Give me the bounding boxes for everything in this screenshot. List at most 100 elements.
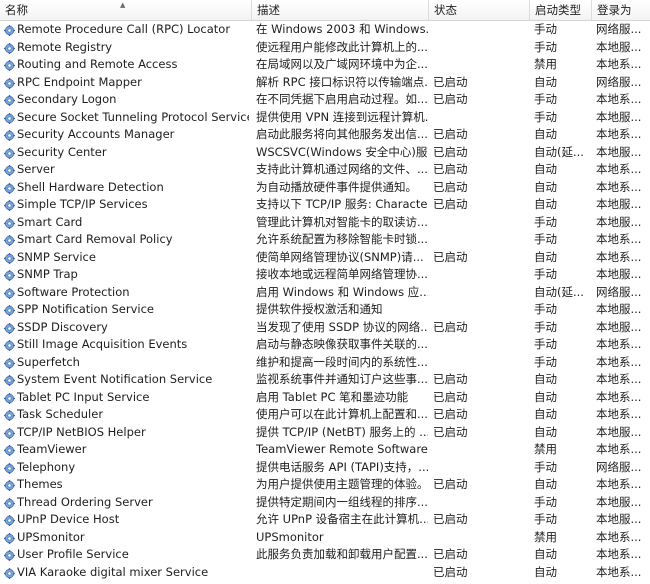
service-description: 提供使用 VPN 连接到远程计算机... bbox=[256, 109, 428, 124]
table-row[interactable]: User Profile Service 此服务负责加载和卸载用户配置... 已启动… bbox=[0, 546, 650, 564]
service-status bbox=[433, 529, 529, 547]
table-row[interactable]: UPnP Device Host 允许 UPnP 设备宿主在此计算机... 已启动 手… bbox=[0, 511, 650, 529]
service-startup-type: 自动(延... bbox=[534, 144, 584, 159]
service-status bbox=[433, 39, 529, 57]
table-row[interactable]: Task Scheduler 使用户可以在此计算机上配置和... 已启动 自动 本地系.… bbox=[0, 406, 650, 424]
table-row[interactable]: System Event Notification Service 监视系统事件并… bbox=[0, 371, 650, 389]
table-row[interactable]: SPP Notification Service 提供软件授权激活和通知 手动 本地服… bbox=[0, 301, 650, 319]
service-startup-type: 自动 bbox=[534, 372, 557, 386]
service-status bbox=[433, 354, 529, 372]
gear-icon bbox=[4, 129, 15, 141]
service-name: Themes bbox=[17, 477, 63, 491]
gear-icon bbox=[4, 374, 15, 386]
service-logon-as: 本地系... bbox=[596, 547, 642, 561]
service-logon-as: 本地系... bbox=[596, 354, 642, 369]
service-startup-type: 禁用 bbox=[534, 529, 557, 544]
gear-icon bbox=[4, 409, 15, 421]
service-name: Routing and Remote Access bbox=[17, 57, 178, 71]
service-logon-as: 本地系... bbox=[596, 249, 642, 264]
service-logon-as: 本地服... bbox=[596, 214, 642, 229]
table-row[interactable]: Still Image Acquisition Events 启动与静态映像获取事… bbox=[0, 336, 650, 354]
service-logon-as: 网络服... bbox=[596, 74, 642, 89]
table-row[interactable]: Routing and Remote Access 在局域网以及广域网环境中为企.… bbox=[0, 56, 650, 74]
service-status: 已启动 bbox=[433, 564, 468, 579]
table-row[interactable]: TCP/IP NetBIOS Helper 提供 TCP/IP (NetBT) 服… bbox=[0, 424, 650, 442]
column-header-status[interactable]: 状态 bbox=[429, 0, 530, 20]
service-name: Remote Registry bbox=[17, 39, 113, 54]
service-startup-type: 自动 bbox=[534, 179, 557, 194]
service-startup-type: 自动 bbox=[534, 162, 557, 176]
gear-icon bbox=[4, 304, 15, 316]
service-description: 在局域网以及广域网环境中为企... bbox=[256, 57, 428, 71]
service-logon-as: 本地系... bbox=[596, 127, 642, 141]
table-row[interactable]: Security Accounts Manager 启动此服务将向其他服务发出信.… bbox=[0, 126, 650, 144]
service-name: Security Center bbox=[17, 144, 107, 159]
service-startup-type: 自动 bbox=[534, 74, 557, 89]
service-status bbox=[433, 494, 529, 512]
table-row[interactable]: UPSmonitor UPSmonitor 禁用 本地系... bbox=[0, 529, 650, 547]
table-row[interactable]: Themes 为用户提供使用主题管理的体验。 已启动 自动 本地系... bbox=[0, 476, 650, 494]
gear-icon bbox=[4, 164, 15, 176]
service-startup-type: 自动 bbox=[534, 477, 557, 491]
service-status: 已启动 bbox=[433, 389, 468, 404]
service-description: 启用 Windows 和 Windows 应... bbox=[256, 284, 428, 299]
service-logon-as: 本地服... bbox=[596, 512, 642, 526]
table-row[interactable]: VIA Karaoke digital mixer Service 已启动 自动 本地… bbox=[0, 564, 650, 582]
table-row[interactable]: Shell Hardware Detection 为自动播放硬件事件提供通知。 已启… bbox=[0, 179, 650, 197]
service-startup-type: 自动 bbox=[534, 249, 557, 264]
table-row[interactable]: Smart Card Removal Policy 允许系统配置为移除智能卡时锁.… bbox=[0, 231, 650, 249]
service-description: 在不同凭据下启用启动过程。如... bbox=[256, 92, 428, 106]
table-row[interactable]: Thread Ordering Server 提供特定期间内一组线程的排序... 手… bbox=[0, 494, 650, 512]
service-logon-as: 本地系... bbox=[596, 372, 642, 386]
column-header-description[interactable]: 描述 bbox=[252, 0, 429, 20]
gear-icon bbox=[4, 217, 15, 229]
table-row[interactable]: SSDP Discovery 当发现了使用 SSDP 协议的网络... 已启动 手动 本… bbox=[0, 319, 650, 337]
service-logon-as: 本地服... bbox=[596, 197, 642, 211]
service-startup-type: 自动 bbox=[534, 547, 557, 561]
table-row[interactable]: SNMP Service 使简单网络管理协议(SNMP)请... 已启动 自动 本地系.… bbox=[0, 249, 650, 267]
service-description: UPSmonitor bbox=[256, 529, 324, 544]
column-startup-label: 启动类型 bbox=[535, 3, 581, 17]
service-startup-type: 手动 bbox=[534, 354, 557, 369]
table-row[interactable]: SNMP Trap 接收本地或远程简单网络管理协... 手动 本地服... bbox=[0, 266, 650, 284]
column-header-name[interactable]: 名称 ▲ bbox=[0, 0, 252, 20]
table-row[interactable]: RPC Endpoint Mapper 解析 RPC 接口标识符以传输端点... 已… bbox=[0, 74, 650, 92]
service-status bbox=[433, 266, 529, 284]
service-logon-as: 本地系... bbox=[596, 179, 642, 194]
column-header-startup-type[interactable]: 启动类型 bbox=[530, 0, 592, 20]
table-row[interactable]: Server 支持此计算机通过网络的文件、... 已启动 自动 本地系... bbox=[0, 161, 650, 179]
service-name: Software Protection bbox=[17, 284, 130, 299]
table-row[interactable]: Smart Card 管理此计算机对智能卡的取读访... 手动 本地服... bbox=[0, 214, 650, 232]
gear-icon bbox=[4, 392, 15, 404]
table-row[interactable]: Secure Socket Tunneling Protocol Service… bbox=[0, 109, 650, 127]
service-logon-as: 本地系... bbox=[596, 564, 642, 579]
service-name: Superfetch bbox=[17, 354, 80, 369]
service-description: 提供电话服务 API (TAPI)支持，... bbox=[256, 459, 428, 474]
table-row[interactable]: Tablet PC Input Service 启用 Tablet PC 笔和墨迹… bbox=[0, 389, 650, 407]
service-logon-as: 本地服... bbox=[596, 424, 642, 439]
table-row[interactable]: Remote Registry 使远程用户能修改此计算机上的... 手动 本地服... bbox=[0, 39, 650, 57]
service-name: Smart Card bbox=[17, 214, 83, 229]
service-status: 已启动 bbox=[433, 179, 468, 194]
service-logon-as: 本地服... bbox=[596, 109, 642, 124]
service-startup-type: 手动 bbox=[534, 109, 557, 124]
table-row[interactable]: Secondary Logon 在不同凭据下启用启动过程。如... 已启动 手动 本地系… bbox=[0, 91, 650, 109]
service-logon-as: 本地系... bbox=[596, 442, 642, 456]
table-row[interactable]: Software Protection 启用 Windows 和 Windows … bbox=[0, 284, 650, 302]
table-row[interactable]: Security Center WSCSVC(Windows 安全中心)服... 已… bbox=[0, 144, 650, 162]
service-name: SPP Notification Service bbox=[17, 302, 154, 316]
service-description: 接收本地或远程简单网络管理协... bbox=[256, 267, 428, 281]
service-description: 提供特定期间内一组线程的排序... bbox=[256, 494, 428, 509]
gear-icon bbox=[4, 42, 15, 54]
column-header-logon-as[interactable]: 登录为 bbox=[592, 0, 650, 20]
table-row[interactable]: Remote Procedure Call (RPC) Locator 在 Win… bbox=[0, 21, 650, 39]
service-description: WSCSVC(Windows 安全中心)服... bbox=[256, 144, 428, 159]
table-row[interactable]: TeamViewer TeamViewer Remote Software 禁用 本地… bbox=[0, 441, 650, 459]
service-status bbox=[433, 336, 529, 354]
service-description: 支持以下 TCP/IP 服务: Characte... bbox=[256, 197, 428, 211]
gear-icon bbox=[4, 514, 15, 526]
service-description: 支持此计算机通过网络的文件、... bbox=[256, 162, 428, 176]
table-row[interactable]: Simple TCP/IP Services 支持以下 TCP/IP 服务: Ch… bbox=[0, 196, 650, 214]
table-row[interactable]: Telephony 提供电话服务 API (TAPI)支持，... 手动 网络服... bbox=[0, 459, 650, 477]
table-row[interactable]: Superfetch 维护和提高一段时间内的系统性... 手动 本地系... bbox=[0, 354, 650, 372]
